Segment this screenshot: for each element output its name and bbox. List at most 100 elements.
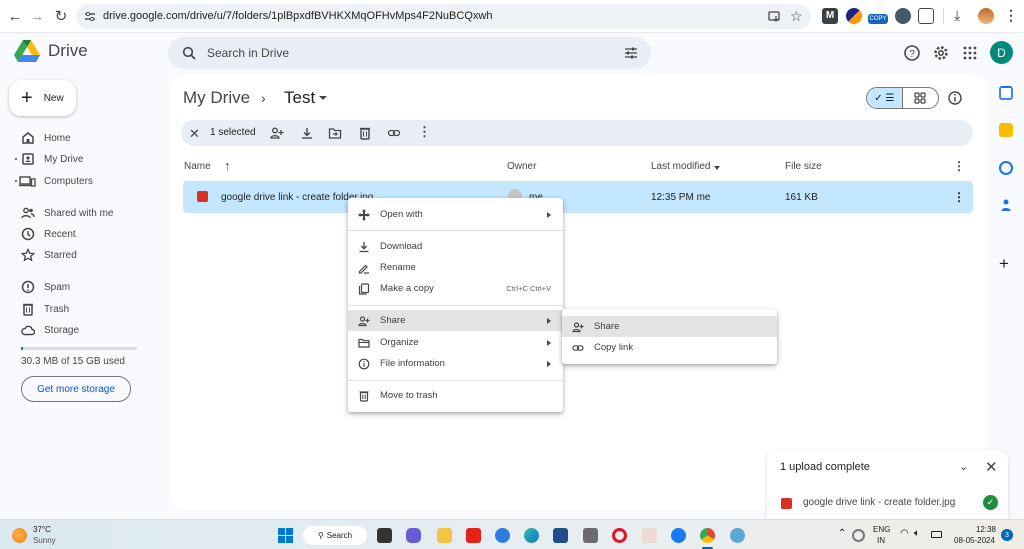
- taskbar-search[interactable]: ⚲ Search: [303, 526, 367, 545]
- task-view-icon[interactable]: [377, 528, 392, 543]
- copy-link-icon[interactable]: [387, 126, 401, 140]
- microsoft-store-icon[interactable]: [553, 528, 568, 543]
- extension-circle-icon[interactable]: [846, 8, 862, 24]
- add-addon-plus-icon[interactable]: +: [999, 254, 1009, 274]
- sort-dropdown-icon[interactable]: [714, 166, 720, 170]
- site-info-icon[interactable]: [84, 11, 96, 22]
- column-header-last-modified[interactable]: Last modified: [651, 161, 710, 172]
- youtube-icon[interactable]: [466, 528, 481, 543]
- get-more-storage-button[interactable]: Get more storage: [21, 376, 131, 402]
- windows-start-icon[interactable]: [278, 528, 293, 543]
- show-hidden-icons-chevron[interactable]: ⌃: [838, 528, 846, 539]
- extensions-puzzle-icon[interactable]: [918, 8, 934, 24]
- submenu-item-share[interactable]: Share: [562, 316, 777, 337]
- menu-item-move-to-trash[interactable]: Move to trash: [348, 385, 563, 406]
- apps-grid-icon[interactable]: [961, 44, 979, 62]
- weather-sun-icon[interactable]: [12, 528, 27, 543]
- keep-app-icon[interactable]: [999, 123, 1013, 137]
- downloads-icon[interactable]: ⤓: [954, 7, 960, 24]
- drive-logo[interactable]: Drive: [14, 40, 88, 62]
- whatsapp-icon[interactable]: [583, 528, 598, 543]
- search-input[interactable]: Search in Drive: [207, 46, 289, 60]
- address-bar[interactable]: drive.google.com/drive/u/7/folders/1plBp…: [76, 4, 811, 29]
- extension-dark-icon[interactable]: [895, 8, 911, 24]
- file-explorer-icon[interactable]: [437, 528, 452, 543]
- close-icon[interactable]: ✕: [985, 458, 998, 476]
- contacts-app-icon[interactable]: [999, 198, 1013, 212]
- sidebar-item-storage[interactable]: Storage: [0, 320, 160, 340]
- edge-browser-icon[interactable]: [524, 528, 539, 543]
- details-info-icon[interactable]: [947, 90, 963, 106]
- sidebar-item-spam[interactable]: Spam: [0, 277, 160, 297]
- sidebar-item-starred[interactable]: Starred: [0, 245, 160, 265]
- search-options-icon[interactable]: [624, 46, 638, 60]
- teams-chat-icon[interactable]: [406, 528, 421, 543]
- facebook-icon[interactable]: [671, 528, 686, 543]
- sidebar-item-shared-with-me[interactable]: Shared with me: [0, 203, 160, 223]
- back-icon[interactable]: ←: [6, 7, 24, 25]
- folder-dropdown-icon[interactable]: [319, 96, 327, 100]
- help-app-icon[interactable]: [495, 528, 510, 543]
- install-app-icon[interactable]: [768, 10, 781, 23]
- breadcrumb-my-drive[interactable]: My Drive: [183, 88, 250, 108]
- expand-dot-icon[interactable]: [15, 158, 17, 160]
- list-view-button[interactable]: ✓ ☰: [867, 88, 903, 108]
- column-header-name[interactable]: Name: [184, 161, 211, 172]
- system-date[interactable]: 08-05-2024: [954, 536, 995, 545]
- snipping-tool-icon[interactable]: [642, 528, 657, 543]
- wifi-icon[interactable]: ◠: [900, 528, 909, 539]
- search-bar[interactable]: Search in Drive: [168, 37, 651, 69]
- move-to-folder-icon[interactable]: [328, 126, 342, 140]
- submenu-item-copy-link[interactable]: Copy link: [562, 337, 777, 358]
- collapse-chevron-icon[interactable]: ⌄: [959, 460, 968, 473]
- expand-dot-icon[interactable]: [15, 180, 17, 182]
- clear-selection-close-icon[interactable]: ✕: [189, 126, 200, 142]
- grid-view-button[interactable]: [903, 88, 939, 108]
- opera-icon[interactable]: [612, 528, 627, 543]
- menu-item-organize[interactable]: Organize: [348, 332, 563, 353]
- profile-avatar[interactable]: [978, 8, 994, 24]
- forward-icon[interactable]: →: [28, 7, 46, 25]
- help-icon[interactable]: ?: [903, 44, 921, 62]
- tasks-app-icon[interactable]: [999, 161, 1013, 175]
- column-options-icon[interactable]: ⋮: [953, 159, 965, 173]
- language-indicator[interactable]: ENG: [873, 525, 890, 534]
- sort-ascending-icon[interactable]: ↑: [224, 158, 231, 173]
- sidebar-item-recent[interactable]: Recent: [0, 224, 160, 244]
- globe-app-icon[interactable]: [730, 528, 745, 543]
- menu-item-make-a-copy[interactable]: Make a copy Ctrl+C Ctrl+V: [348, 278, 563, 299]
- extension-m-icon[interactable]: M: [822, 8, 838, 24]
- search-icon[interactable]: [182, 46, 196, 60]
- reload-icon[interactable]: ↻: [52, 7, 70, 25]
- battery-icon[interactable]: [931, 531, 942, 538]
- uploaded-file-name[interactable]: google drive link - create folder.jpg: [803, 497, 955, 508]
- menu-item-open-with[interactable]: Open with: [348, 204, 563, 225]
- menu-item-share[interactable]: Share: [348, 310, 563, 331]
- system-time[interactable]: 12:38: [956, 525, 996, 534]
- extension-copy-icon[interactable]: COPY: [868, 14, 888, 24]
- menu-item-rename[interactable]: Rename: [348, 257, 563, 278]
- menu-kebab-icon[interactable]: ⋮: [1004, 7, 1018, 24]
- trash-icon[interactable]: [358, 126, 372, 140]
- download-icon[interactable]: [300, 126, 314, 140]
- settings-gear-icon[interactable]: [932, 44, 950, 62]
- sidebar-item-trash[interactable]: Trash: [0, 299, 160, 319]
- breadcrumb-current-folder[interactable]: Test: [284, 88, 315, 108]
- sidebar-item-my-drive[interactable]: My Drive: [0, 149, 160, 169]
- row-more-actions-icon[interactable]: ⋮: [953, 190, 965, 204]
- bookmark-star-icon[interactable]: ☆: [790, 8, 803, 25]
- chrome-icon[interactable]: [700, 528, 715, 543]
- sync-tray-icon[interactable]: [852, 529, 865, 542]
- share-icon[interactable]: [270, 126, 284, 140]
- menu-item-download[interactable]: Download: [348, 236, 563, 257]
- new-button[interactable]: + New: [9, 80, 76, 116]
- more-actions-icon[interactable]: ⋮: [418, 124, 432, 139]
- sidebar-item-computers[interactable]: Computers: [0, 171, 160, 191]
- sidebar-item-home[interactable]: Home: [0, 128, 160, 148]
- calendar-app-icon[interactable]: [999, 86, 1013, 100]
- notification-badge[interactable]: 3: [1001, 529, 1013, 541]
- view-toggle[interactable]: ✓ ☰: [866, 87, 939, 109]
- account-avatar[interactable]: D: [990, 41, 1013, 64]
- menu-item-file-information[interactable]: File information: [348, 353, 563, 374]
- volume-icon[interactable]: 🔈︎: [914, 528, 920, 539]
